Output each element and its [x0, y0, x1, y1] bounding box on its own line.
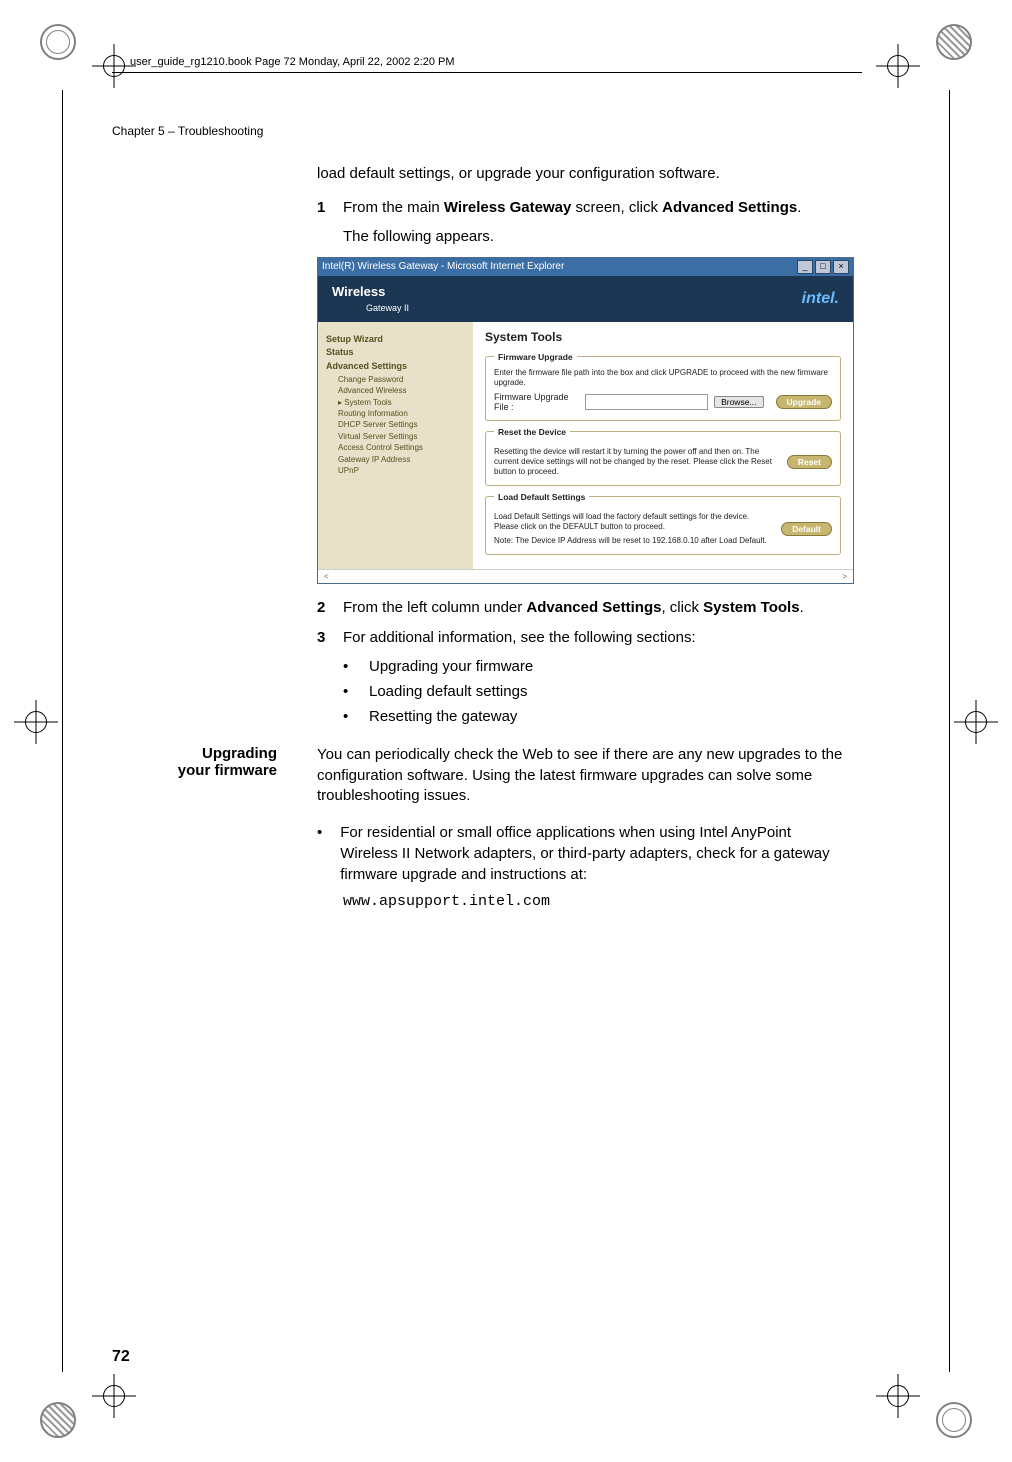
window-maximize-button[interactable]: □: [815, 260, 831, 274]
brand-line-1: Wireless: [332, 284, 385, 299]
step-2-bold-1: Advanced Settings: [526, 599, 661, 616]
page-number: 72: [112, 1348, 130, 1366]
header-file-line: user_guide_rg1210.book Page 72 Monday, A…: [130, 56, 455, 68]
upgrade-button[interactable]: Upgrade: [776, 395, 832, 409]
window-titlebar: Intel(R) Wireless Gateway - Microsoft In…: [318, 258, 853, 276]
window-close-button[interactable]: ×: [833, 260, 849, 274]
fieldset-reset-device: Reset the Device Resetting the device wi…: [485, 427, 841, 486]
window-statusbar: <>: [318, 569, 853, 583]
sidebar-item-gateway-ip-address[interactable]: Gateway IP Address: [338, 455, 465, 465]
big-bullet-text: For residential or small office applicat…: [340, 822, 852, 885]
window-minimize-button[interactable]: _: [797, 260, 813, 274]
bullet-item: • Resetting the gateway: [343, 706, 852, 727]
step-2-post: .: [800, 599, 804, 616]
reset-desc: Resetting the device will restart it by …: [494, 447, 781, 477]
step-1-mid: screen, click: [571, 199, 662, 216]
defaults-desc-2: Note: The Device IP Address will be rese…: [494, 536, 775, 546]
bullet-1-text: Upgrading your firmware: [369, 656, 533, 677]
panel-system-tools: System Tools Firmware Upgrade Enter the …: [473, 322, 853, 569]
fieldset-load-defaults: Load Default Settings Load Default Setti…: [485, 492, 841, 555]
default-button[interactable]: Default: [781, 522, 832, 536]
step-1-post: .: [797, 199, 801, 216]
legend-load-defaults: Load Default Settings: [494, 492, 589, 502]
browse-button[interactable]: Browse...: [714, 396, 763, 408]
reg-mark-tl: [40, 24, 76, 60]
sidebar-item-advanced-settings[interactable]: Advanced Settings: [326, 361, 465, 373]
step-1-body: From the main Wireless Gateway screen, c…: [343, 198, 852, 218]
bullet-dot-icon: •: [343, 681, 351, 702]
reg-mark-tr: [936, 24, 972, 60]
step-2-mid: , click: [661, 599, 703, 616]
app-topbar: Wireless Gateway II intel.: [318, 276, 853, 322]
reg-crosshair-bl: [92, 1374, 136, 1418]
defaults-desc-1: Load Default Settings will load the fact…: [494, 512, 775, 532]
reg-crosshair-mr: [954, 700, 998, 744]
step-2-number: 2: [317, 598, 331, 618]
chapter-title: Chapter 5 – Troubleshooting: [112, 124, 263, 138]
reg-crosshair-tr: [876, 44, 920, 88]
bullet-item: • Loading default settings: [343, 681, 852, 702]
reg-crosshair-ml: [14, 700, 58, 744]
screenshot-wireless-gateway: Intel(R) Wireless Gateway - Microsoft In…: [317, 257, 854, 584]
side-heading-upgrading-firmware: Upgrading your firmware: [112, 745, 297, 779]
step-2-body: From the left column under Advanced Sett…: [343, 598, 852, 618]
sidebar-item-status[interactable]: Status: [326, 347, 465, 359]
intro-paragraph: load default settings, or upgrade your c…: [317, 164, 852, 184]
reg-mark-bl: [40, 1402, 76, 1438]
header-rule: [112, 72, 862, 73]
step-1-pre: From the main: [343, 199, 444, 216]
sidebar-item-setup-wizard[interactable]: Setup Wizard: [326, 334, 465, 346]
reset-button[interactable]: Reset: [787, 455, 832, 469]
fieldset-firmware-upgrade: Firmware Upgrade Enter the firmware file…: [485, 352, 841, 421]
sidebar-item-virtual-server-settings[interactable]: Virtual Server Settings: [338, 432, 465, 442]
step-3-number: 3: [317, 628, 331, 648]
bullet-item: • Upgrading your firmware: [343, 656, 852, 677]
reg-crosshair-br: [876, 1374, 920, 1418]
sidebar: Setup Wizard Status Advanced Settings Ch…: [318, 322, 473, 569]
fw-file-input[interactable]: [585, 394, 708, 410]
sidebar-item-dhcp-server-settings[interactable]: DHCP Server Settings: [338, 420, 465, 430]
step-1-bold-2: Advanced Settings: [662, 199, 797, 216]
step-1: 1 From the main Wireless Gateway screen,…: [317, 198, 852, 218]
step-1-sub: The following appears.: [343, 227, 852, 247]
bullet-dot-icon: •: [317, 822, 322, 885]
sidebar-item-upnp[interactable]: UPnP: [338, 466, 465, 476]
window-title: Intel(R) Wireless Gateway - Microsoft In…: [322, 261, 564, 272]
intel-logo-text: intel.: [802, 290, 839, 308]
step-2: 2 From the left column under Advanced Se…: [317, 598, 852, 618]
brand-line-2: Gateway II: [332, 303, 409, 313]
legend-reset-device: Reset the Device: [494, 427, 570, 437]
big-bullet: • For residential or small office applic…: [317, 822, 852, 885]
support-url: www.apsupport.intel.com: [343, 893, 852, 910]
step-3: 3 For additional information, see the fo…: [317, 628, 852, 648]
upgrade-paragraph: You can periodically check the Web to se…: [317, 745, 852, 806]
sidebar-item-routing-information[interactable]: Routing Information: [338, 409, 465, 419]
bullet-dot-icon: •: [343, 656, 351, 677]
step-1-number: 1: [317, 198, 331, 218]
step-2-bold-2: System Tools: [703, 599, 799, 616]
crop-line-left: [62, 90, 63, 1372]
fw-upgrade-desc: Enter the firmware file path into the bo…: [494, 368, 832, 388]
step-3-body: For additional information, see the foll…: [343, 628, 852, 648]
bullet-3-text: Resetting the gateway: [369, 706, 517, 727]
legend-firmware-upgrade: Firmware Upgrade: [494, 352, 577, 362]
sidebar-item-access-control-settings[interactable]: Access Control Settings: [338, 443, 465, 453]
side-heading-line-1: Upgrading: [202, 745, 277, 762]
sidebar-item-system-tools[interactable]: System Tools: [338, 398, 465, 408]
side-heading-line-2: your firmware: [178, 762, 277, 779]
bullet-2-text: Loading default settings: [369, 681, 527, 702]
bullet-dot-icon: •: [343, 706, 351, 727]
step-1-bold-1: Wireless Gateway: [444, 199, 571, 216]
reg-mark-br: [936, 1402, 972, 1438]
sidebar-item-change-password[interactable]: Change Password: [338, 375, 465, 385]
panel-heading: System Tools: [485, 330, 841, 344]
fw-file-label: Firmware Upgrade File :: [494, 392, 579, 412]
sidebar-item-advanced-wireless[interactable]: Advanced Wireless: [338, 386, 465, 396]
step-2-pre: From the left column under: [343, 599, 526, 616]
crop-line-right: [949, 90, 950, 1372]
